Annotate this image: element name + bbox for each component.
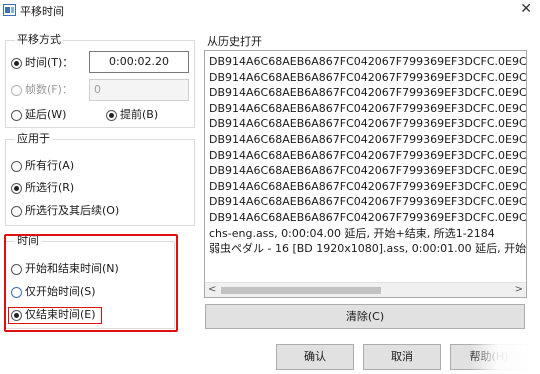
selected-and-after-radio-dot[interactable] — [11, 205, 22, 217]
history-item[interactable]: DB914A6C68AEB6A867FC042067F799369EF3DCFC… — [209, 132, 526, 148]
scroll-left-icon[interactable]: < — [208, 284, 216, 295]
scroll-right-icon[interactable]: > — [515, 284, 523, 295]
frames-input[interactable]: 0 — [89, 79, 189, 101]
advance-radio-label: 提前(B) — [120, 108, 159, 121]
history-list[interactable]: DB914A6C68AEB6A867FC042067F799369EF3DCFC… — [204, 50, 527, 298]
history-item[interactable]: DB914A6C68AEB6A867FC042067F799369EF3DCFC… — [209, 54, 526, 70]
clear-button[interactable]: 清除(C) — [205, 304, 525, 329]
selected-and-after-label: 所选行及其后续(O) — [25, 204, 120, 217]
all-rows-radio-dot[interactable] — [11, 160, 22, 172]
time-input[interactable]: 0:00:02.20 — [89, 51, 189, 73]
close-icon[interactable]: ✕ — [520, 2, 532, 16]
time-radio-label: 时间(T)： — [25, 56, 74, 69]
cancel-button[interactable]: 取消 — [363, 344, 441, 370]
shift-mode-label: 平移方式 — [15, 33, 63, 46]
time-radio[interactable]: 时间(T)： — [11, 57, 73, 69]
history-label: 从历史打开 — [207, 35, 262, 48]
history-item[interactable]: DB914A6C68AEB6A867FC042067F799369EF3DCFC… — [209, 85, 526, 101]
selected-and-after-radio[interactable]: 所选行及其后续(O) — [11, 205, 119, 217]
all-rows-label: 所有行(A) — [25, 159, 75, 172]
selected-rows-radio-dot[interactable] — [11, 182, 22, 194]
time-radio-dot[interactable] — [11, 57, 22, 69]
delay-radio[interactable]: 延后(W) — [11, 109, 66, 121]
frames-radio-label: 帧数(F)： — [25, 83, 73, 96]
scroll-thumb[interactable] — [221, 287, 381, 294]
history-item[interactable]: DB914A6C68AEB6A867FC042067F799369EF3DCFC… — [209, 148, 526, 164]
all-rows-radio[interactable]: 所有行(A) — [11, 160, 74, 172]
highlight-box-end-only — [8, 307, 102, 324]
frames-radio-dot[interactable] — [11, 84, 22, 96]
delay-radio-label: 延后(W) — [25, 108, 67, 121]
history-hscrollbar[interactable]: < > — [205, 282, 526, 297]
history-item[interactable]: DB914A6C68AEB6A867FC042067F799369EF3DCFC… — [209, 179, 526, 195]
delay-radio-dot[interactable] — [11, 109, 22, 121]
history-item[interactable]: DB914A6C68AEB6A867FC042067F799369EF3DCFC… — [209, 101, 526, 117]
history-item[interactable]: 弱虫ペダル - 16 [BD 1920x1080].ass, 0:00:01.0… — [209, 241, 526, 257]
selected-rows-label: 所选行(R) — [25, 181, 75, 194]
selected-rows-radio[interactable]: 所选行(R) — [11, 182, 74, 194]
history-lines: DB914A6C68AEB6A867FC042067F799369EF3DCFC… — [209, 54, 526, 257]
frames-radio[interactable]: 帧数(F)： — [11, 84, 73, 96]
ok-button[interactable]: 确认 — [276, 344, 354, 370]
advance-radio-dot[interactable] — [106, 109, 117, 121]
history-item[interactable]: chs-eng.ass, 0:00:04.00 延后, 开始+结束, 所选1-2… — [209, 226, 526, 242]
history-item[interactable]: DB914A6C68AEB6A867FC042067F799369EF3DCFC… — [209, 70, 526, 86]
advance-radio[interactable]: 提前(B) — [106, 109, 158, 121]
history-item[interactable]: DB914A6C68AEB6A867FC042067F799369EF3DCFC… — [209, 163, 526, 179]
window-title: 平移时间 — [20, 5, 64, 18]
title-bar: 平移时间 ✕ — [0, 0, 540, 20]
apply-to-label: 应用于 — [15, 132, 52, 145]
history-item[interactable]: DB914A6C68AEB6A867FC042067F799369EF3DCFC… — [209, 116, 526, 132]
app-icon — [3, 4, 16, 16]
history-item[interactable]: DB914A6C68AEB6A867FC042067F799369EF3DCFC… — [209, 210, 526, 226]
history-item[interactable]: DB914A6C68AEB6A867FC042067F799369EF3DCFC… — [209, 194, 526, 210]
watermark-overlay — [470, 340, 540, 374]
